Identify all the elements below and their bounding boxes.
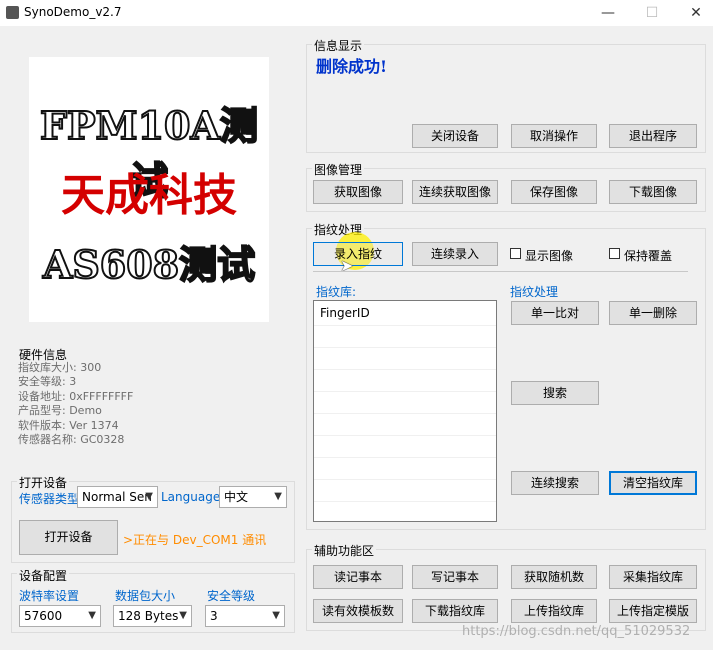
list-item[interactable] [314, 436, 496, 458]
list-item[interactable] [314, 392, 496, 414]
sensor-type-label: 传感器类型 [19, 492, 80, 506]
window-title: SynoDemo_v2.7 [24, 5, 122, 19]
read-valid-templates-button[interactable]: 读有效模板数 [313, 599, 403, 623]
fingerprint-library-list[interactable]: FingerID [313, 300, 497, 524]
security-value: 3 [210, 609, 218, 623]
list-item[interactable] [314, 414, 496, 436]
process-label: 指纹处理 [510, 285, 559, 299]
close-device-button[interactable]: 关闭设备 [412, 124, 498, 148]
list-item[interactable] [314, 458, 496, 480]
baud-value: 57600 [24, 609, 63, 623]
library-label: 指纹库: [316, 285, 357, 299]
cancel-operation-button[interactable]: 取消操作 [511, 124, 597, 148]
chevron-down-icon: ▼ [179, 610, 187, 621]
keep-cover-label: 保持覆盖 [624, 249, 673, 263]
packet-select[interactable]: 128 Bytes ▼ [113, 605, 192, 627]
upload-specific-template-button[interactable]: 上传指定模版 [609, 599, 697, 623]
continuous-search-button[interactable]: 连续搜索 [511, 471, 599, 495]
list-item[interactable] [314, 348, 496, 370]
get-image-button[interactable]: 获取图像 [313, 180, 403, 204]
single-match-button[interactable]: 单一比对 [511, 301, 599, 325]
close-button[interactable]: ✕ [681, 3, 711, 23]
keep-cover-checkbox[interactable] [609, 248, 620, 259]
hw-line: 设备地址: 0xFFFFFFFF [18, 389, 134, 403]
chevron-down-icon: ▼ [88, 610, 96, 621]
hw-line: 软件版本: Ver 1374 [18, 418, 119, 432]
security-label: 安全等级 [207, 589, 256, 603]
list-item[interactable] [314, 480, 496, 502]
chevron-down-icon: ▼ [272, 610, 280, 621]
read-notepad-button[interactable]: 读记事本 [313, 565, 403, 589]
collect-library-button[interactable]: 采集指纹库 [609, 565, 697, 589]
save-image-button[interactable]: 保存图像 [511, 180, 597, 204]
download-library-button[interactable]: 下载指纹库 [412, 599, 498, 623]
open-device-button[interactable]: 打开设备 [19, 520, 118, 555]
chevron-down-icon: ▼ [145, 491, 153, 502]
info-display-label: 信息显示 [312, 37, 365, 54]
app-icon [6, 6, 19, 19]
show-image-label: 显示图像 [525, 249, 574, 263]
list-item[interactable] [314, 502, 496, 524]
hw-line: 安全等级: 3 [18, 375, 77, 389]
continuous-get-image-button[interactable]: 连续获取图像 [412, 180, 498, 204]
list-item[interactable] [314, 370, 496, 392]
chevron-down-icon: ▼ [274, 491, 282, 502]
info-message: 删除成功! [316, 57, 388, 76]
upload-library-button[interactable]: 上传指纹库 [511, 599, 597, 623]
divider [313, 271, 688, 272]
baud-label: 波特率设置 [19, 589, 80, 603]
watermark: https://blog.csdn.net/qq_51029532 [462, 624, 691, 639]
logo-image: FPM10A测试 天成科技 AS608测试 [29, 57, 269, 322]
mouse-cursor-icon: ➤ [340, 256, 354, 275]
device-config-label: 设备配置 [17, 567, 70, 584]
hw-line: 传感器名称: GC0328 [18, 433, 125, 447]
packet-value: 128 Bytes [118, 609, 179, 623]
maximize-button[interactable]: ☐ [637, 3, 667, 23]
search-button[interactable]: 搜索 [511, 381, 599, 405]
aux-label: 辅助功能区 [312, 542, 377, 559]
title-bar: SynoDemo_v2.7 — ☐ ✕ [0, 0, 713, 26]
list-item[interactable] [314, 326, 496, 348]
clear-library-button[interactable]: 清空指纹库 [609, 471, 697, 495]
security-select[interactable]: 3 ▼ [205, 605, 285, 627]
packet-label: 数据包大小 [115, 589, 176, 603]
baud-select[interactable]: 57600 ▼ [19, 605, 101, 627]
language-value: 中文 [224, 490, 249, 504]
hardware-info-list: 指纹库大小: 300 安全等级: 3 设备地址: 0xFFFFFFFF 产品型号… [18, 361, 133, 447]
language-label: Language [161, 490, 221, 504]
sensor-type-select[interactable]: Normal Sen ▼ [77, 486, 158, 508]
show-image-checkbox[interactable] [510, 248, 521, 259]
enroll-fingerprint-button[interactable]: 录入指纹 [313, 242, 403, 266]
logo-line-2: 天成科技 [61, 170, 237, 221]
minimize-button[interactable]: — [593, 3, 623, 23]
open-device-label: 打开设备 [17, 474, 70, 491]
image-manage-label: 图像管理 [312, 161, 365, 178]
hw-line: 指纹库大小: 300 [18, 361, 102, 374]
write-notepad-button[interactable]: 写记事本 [412, 565, 498, 589]
language-select[interactable]: 中文 ▼ [219, 486, 287, 508]
get-random-button[interactable]: 获取随机数 [511, 565, 597, 589]
device-status: >正在与 Dev_COM1 通讯 [123, 533, 267, 547]
logo-line-3: AS608测试 [42, 241, 256, 288]
sensor-type-value: Normal Sen [82, 490, 152, 504]
continuous-enroll-button[interactable]: 连续录入 [412, 242, 498, 266]
column-header[interactable]: FingerID [314, 301, 496, 326]
download-image-button[interactable]: 下载图像 [609, 180, 697, 204]
single-delete-button[interactable]: 单一删除 [609, 301, 697, 325]
exit-program-button[interactable]: 退出程序 [609, 124, 697, 148]
hw-line: 产品型号: Demo [18, 404, 102, 418]
